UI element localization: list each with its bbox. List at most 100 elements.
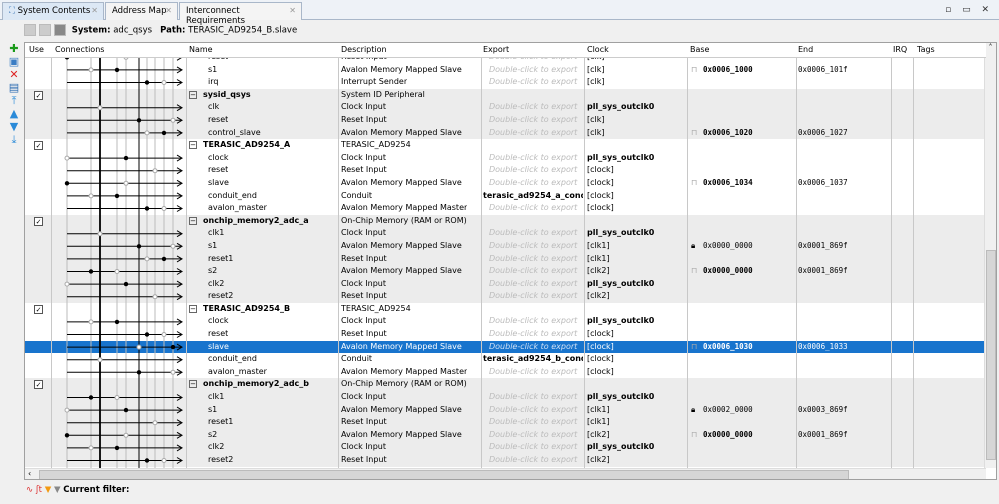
connection-open-dot[interactable] xyxy=(88,67,94,73)
column-clock[interactable]: Clock xyxy=(587,45,609,54)
base-address[interactable]: 0x0006_1030 xyxy=(703,341,753,354)
interface-name[interactable]: irq xyxy=(208,76,218,89)
connection-open-dot[interactable] xyxy=(161,206,167,211)
interface-name[interactable]: clk1 xyxy=(208,391,224,404)
use-checkbox[interactable]: ✓ xyxy=(34,141,43,151)
close-icon[interactable]: ✕ xyxy=(91,6,98,15)
connection-open-dot[interactable] xyxy=(97,357,103,363)
clock-cell[interactable]: pll_sys_outclk0 xyxy=(587,227,654,240)
clock-cell[interactable]: pll_sys_outclk0 xyxy=(587,441,654,454)
move-down-icon[interactable]: ▼ xyxy=(6,120,22,133)
clock-cell[interactable]: [clock] xyxy=(587,177,614,190)
clock-cell[interactable]: [clock] xyxy=(587,164,614,177)
interface-name[interactable]: conduit_end xyxy=(208,190,257,203)
interface-name[interactable]: reset1 xyxy=(208,253,233,266)
export-cell[interactable]: Double-click to export xyxy=(489,64,589,77)
interface-name[interactable]: reset2 xyxy=(208,454,233,467)
clock-cell[interactable]: pll_sys_outclk0 xyxy=(587,391,654,404)
connection-dot[interactable] xyxy=(114,193,120,199)
export-cell[interactable]: Double-click to export xyxy=(489,164,589,177)
interface-name[interactable]: s1 xyxy=(208,404,217,417)
clock-cell[interactable]: [clock] xyxy=(587,328,614,341)
connection-open-dot[interactable] xyxy=(123,432,129,438)
export-cell[interactable]: Double-click to export xyxy=(489,202,589,215)
collapse-icon[interactable]: − xyxy=(189,216,197,225)
base-address[interactable]: 0x0002_0000 xyxy=(703,404,753,417)
connection-dot[interactable] xyxy=(123,407,129,413)
interface-name[interactable]: s2 xyxy=(208,265,217,278)
close-icon[interactable]: ✕ xyxy=(165,6,172,15)
column-base[interactable]: Base xyxy=(690,45,709,54)
clock-cell[interactable]: pll_sys_outclk0 xyxy=(587,278,654,291)
export-cell[interactable]: Double-click to export xyxy=(489,101,589,114)
remove-icon[interactable]: ✕ xyxy=(6,68,22,81)
interface-name[interactable]: reset xyxy=(208,164,228,177)
column-tags[interactable]: Tags xyxy=(917,45,935,54)
connection-dot[interactable] xyxy=(161,256,167,262)
connection-open-dot[interactable] xyxy=(144,256,150,262)
add-component-icon[interactable]: ▣ xyxy=(6,55,22,68)
export-cell[interactable]: Double-click to export xyxy=(489,265,589,278)
clock-cell[interactable]: [clk2] xyxy=(587,290,610,303)
connection-dot[interactable] xyxy=(123,155,129,161)
up-button[interactable] xyxy=(39,24,51,36)
connection-open-dot[interactable] xyxy=(88,445,94,451)
export-cell[interactable]: terasic_ad9254_a_cond... xyxy=(483,190,583,203)
use-checkbox[interactable]: ✓ xyxy=(34,304,43,314)
export-cell[interactable]: Double-click to export xyxy=(489,290,589,303)
connection-open-dot[interactable] xyxy=(88,193,94,199)
connection-open-dot[interactable] xyxy=(88,319,94,325)
export-cell[interactable]: Double-click to export xyxy=(489,454,589,467)
clock-cell[interactable]: [clk2] xyxy=(587,454,610,467)
use-checkbox[interactable]: ✓ xyxy=(34,216,43,226)
base-address[interactable]: 0x0000_0000 xyxy=(703,429,753,442)
connection-open-dot[interactable] xyxy=(152,294,158,300)
export-cell[interactable]: Double-click to export xyxy=(489,366,589,379)
export-cell[interactable]: Double-click to export xyxy=(489,328,589,341)
interface-name[interactable]: clock xyxy=(208,315,229,328)
collapse-icon[interactable]: − xyxy=(189,141,197,150)
clock-cell[interactable]: [clk] xyxy=(587,76,605,89)
interface-name[interactable]: reset xyxy=(208,328,228,341)
scroll-up-icon[interactable]: ˄ xyxy=(985,43,996,52)
connection-dot[interactable] xyxy=(123,281,129,287)
tab-system-contents[interactable]: ⛶ System Contents ✕ xyxy=(2,2,104,20)
connections-graph[interactable] xyxy=(51,58,186,468)
interface-name[interactable]: clk2 xyxy=(208,441,224,454)
collapse-icon[interactable]: − xyxy=(189,380,197,389)
collapse-icon[interactable]: − xyxy=(189,90,197,99)
interface-name[interactable]: control_slave xyxy=(208,127,261,140)
connection-dot[interactable] xyxy=(144,206,150,211)
connection-open-dot[interactable] xyxy=(123,58,129,60)
column-name[interactable]: Name xyxy=(189,45,213,54)
column-connections[interactable]: Connections xyxy=(55,45,104,54)
connection-dot[interactable] xyxy=(136,244,142,249)
base-address[interactable]: 0x0006_1034 xyxy=(703,177,753,190)
connection-dot[interactable] xyxy=(64,181,70,186)
scroll-left-icon[interactable]: ‹ xyxy=(28,469,31,478)
clock-cell[interactable]: [clock] xyxy=(587,190,614,203)
connection-dot[interactable] xyxy=(144,80,150,85)
move-up-icon[interactable]: ▲ xyxy=(6,107,22,120)
interface-name[interactable]: clk xyxy=(208,101,219,114)
base-address[interactable]: 0x0000_0000 xyxy=(703,265,753,278)
close-icon[interactable]: ✕ xyxy=(289,6,296,15)
use-checkbox[interactable]: ✓ xyxy=(34,90,43,100)
export-cell[interactable]: Double-click to export xyxy=(489,253,589,266)
unlock-icon[interactable]: ⊓ xyxy=(691,341,697,354)
tab-interconnect-requirements[interactable]: Interconnect Requirements ✕ xyxy=(179,2,302,26)
connection-dot[interactable] xyxy=(144,458,150,463)
connection-open-dot[interactable] xyxy=(152,420,158,426)
clock-cell[interactable]: [clk] xyxy=(587,114,605,127)
unlock-icon[interactable]: ⊓ xyxy=(691,127,697,140)
move-top-icon[interactable]: ⤒ xyxy=(6,94,22,107)
interface-name[interactable]: slave xyxy=(208,177,229,190)
connection-open-dot[interactable] xyxy=(97,105,103,111)
interface-name[interactable]: s1 xyxy=(208,240,217,253)
column-description[interactable]: Description xyxy=(341,45,387,54)
connection-open-dot[interactable] xyxy=(161,458,167,463)
base-address[interactable]: 0x0006_1020 xyxy=(703,127,753,140)
clock-cell[interactable]: pll_sys_outclk0 xyxy=(587,315,654,328)
connection-open-dot[interactable] xyxy=(161,332,167,337)
unlock-icon[interactable]: ⊓ xyxy=(691,265,697,278)
